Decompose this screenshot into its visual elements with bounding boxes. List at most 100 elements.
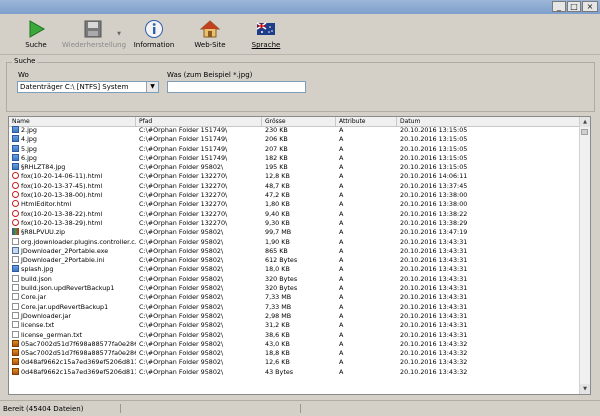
table-row[interactable]: §R8LPVUU.zip C:\#Orphan Folder 95802\ 99,7… <box>9 228 582 237</box>
restore-button[interactable]: ▼ Wiederherstellung <box>62 19 126 49</box>
file-name-cell: JDownloader_2Portable.ini <box>12 256 136 265</box>
scroll-down-icon[interactable]: ▼ <box>580 384 590 394</box>
language-button[interactable]: Sprache <box>236 19 296 49</box>
chevron-down-icon[interactable]: ▼ <box>146 82 158 92</box>
file-bak-icon <box>12 339 19 347</box>
table-row[interactable]: Core.jar C:\#Orphan Folder 95802\ 7,33 MB A… <box>9 293 582 302</box>
file-doc-icon <box>12 330 19 338</box>
table-row[interactable]: JDownloader_2Portable.ini C:\#Orphan Fold… <box>9 256 582 265</box>
table-row[interactable]: license.txt C:\#Orphan Folder 95802\ 31,2 … <box>9 321 582 330</box>
file-image-icon <box>12 163 19 171</box>
table-row[interactable]: JDownloader_2Portable.exe C:\#Orphan Fold… <box>9 246 582 256</box>
table-row[interactable]: 05ac7002d51d7f698a88577fa0e286... C:\#Orp… <box>9 349 582 358</box>
drive-select[interactable]: Datenträger C:\ [NTFS] System ▼ <box>17 81 159 93</box>
file-image-icon <box>12 135 19 143</box>
table-row[interactable]: fox(10-20-13-38-29).html C:\#Orphan Folde… <box>9 218 582 228</box>
table-row[interactable]: 4.jpg C:\#Orphan Folder 151749\ 206 KB A 20.… <box>9 135 582 144</box>
column-header-name[interactable]: Name <box>9 117 136 126</box>
file-attribute-cell: A <box>339 172 344 181</box>
close-button[interactable]: × <box>582 1 598 12</box>
file-date-cell: 20.10.2016 13:37:45 <box>400 181 468 190</box>
file-attribute-cell: A <box>339 339 344 348</box>
scroll-up-icon[interactable]: ▲ <box>580 117 590 127</box>
file-java-icon <box>12 311 19 319</box>
file-name-text: fox(10-20-13-38-29).html <box>21 218 103 227</box>
file-date-cell: 20.10.2016 13:43:31 <box>400 265 468 274</box>
file-attribute-cell: A <box>339 181 344 190</box>
file-name-text: JDownloader_2Portable.exe <box>21 246 109 255</box>
table-row[interactable]: §RHLZT84.jpg C:\#Orphan Folder 95802\ 195 … <box>9 163 582 172</box>
file-attribute-cell: A <box>339 349 344 358</box>
file-date-cell: 20.10.2016 13:43:31 <box>400 321 468 330</box>
table-row[interactable]: fox(10-20-13-38-22).html C:\#Orphan Folde… <box>9 209 582 219</box>
file-attribute-cell: A <box>339 163 344 172</box>
table-row[interactable]: fox(10-20-13-38-00).html C:\#Orphan Folde… <box>9 191 582 200</box>
file-path-cell: C:\#Orphan Folder 95802\ <box>139 228 224 237</box>
status-separator <box>120 404 121 413</box>
search-pattern-input[interactable] <box>167 81 306 93</box>
file-name-cell: Core.jar.updRevertBackup1 <box>12 302 136 312</box>
table-row[interactable]: fox(10-20-14-06-11).html C:\#Orphan Folde… <box>9 172 582 181</box>
file-html-icon <box>12 218 19 226</box>
file-name-text: 05ac7002d51d7f698a88577fa0e286... <box>21 349 136 358</box>
table-row[interactable]: 5.jpg C:\#Orphan Folder 151749\ 207 KB A 20.… <box>9 144 582 154</box>
file-name-text: Core.jar <box>21 293 47 302</box>
column-header-path[interactable]: Pfad <box>136 117 262 126</box>
search-button[interactable]: Suche <box>6 19 66 49</box>
table-row[interactable]: 05ac7002d51d7f698a88577fa0e286... C:\#Orp… <box>9 339 582 349</box>
file-attribute-cell: A <box>339 144 344 153</box>
table-row[interactable]: 0d48af9662c15a7ed369ef5206d811... C:\#Orp… <box>9 367 582 377</box>
info-button[interactable]: Information <box>124 19 184 49</box>
file-name-text: 2.jpg <box>21 126 37 134</box>
file-name-cell: fox(10-20-13-38-29).html <box>12 218 136 228</box>
file-size-cell: 207 KB <box>265 144 288 153</box>
file-date-cell: 20.10.2016 13:15:05 <box>400 163 468 172</box>
file-image-icon <box>12 265 19 273</box>
table-row[interactable]: HtmlEditor.html C:\#Orphan Folder 132270\… <box>9 200 582 209</box>
column-header-date[interactable]: Datum <box>397 117 582 126</box>
file-path-cell: C:\#Orphan Folder 95802\ <box>139 284 224 293</box>
file-path-cell: C:\#Orphan Folder 132270\ <box>139 218 228 227</box>
file-name-text: JDownloader.jar <box>21 311 71 320</box>
table-row[interactable]: Core.jar.updRevertBackup1 C:\#Orphan Fold… <box>9 302 582 312</box>
file-date-cell: 20.10.2016 13:15:05 <box>400 153 468 162</box>
table-row[interactable]: splash.jpg C:\#Orphan Folder 95802\ 18,0 K… <box>9 265 582 274</box>
file-size-cell: 195 KB <box>265 163 288 172</box>
file-path-cell: C:\#Orphan Folder 151749\ <box>139 144 228 153</box>
table-row[interactable]: JDownloader.jar C:\#Orphan Folder 95802\ 2… <box>9 311 582 321</box>
table-row[interactable]: org.jdownloader.plugins.controller.c... C… <box>9 237 582 247</box>
table-row[interactable]: build.json C:\#Orphan Folder 95802\ 320 By… <box>9 274 582 284</box>
file-attribute-cell: A <box>339 191 344 200</box>
column-header-attribute[interactable]: Attribute <box>336 117 397 126</box>
file-size-cell: 206 KB <box>265 135 288 144</box>
scroll-thumb[interactable] <box>581 129 588 135</box>
column-header-size[interactable]: Grösse <box>262 117 336 126</box>
file-html-icon <box>12 200 19 208</box>
file-name-cell: 0d48af9662c15a7ed369ef5206d811... <box>12 358 136 367</box>
table-row[interactable]: license_german.txt C:\#Orphan Folder 9580… <box>9 330 582 340</box>
website-button[interactable]: Web-Site <box>180 19 240 49</box>
table-row[interactable]: build.json.updRevertBackup1 C:\#Orphan Fo… <box>9 284 582 293</box>
file-path-cell: C:\#Orphan Folder 95802\ <box>139 321 224 330</box>
maximize-button[interactable]: □ <box>567 1 581 12</box>
file-html-icon <box>12 181 19 189</box>
file-name-cell: fox(10-20-14-06-11).html <box>12 172 136 181</box>
file-html-icon <box>12 172 19 180</box>
file-attribute-cell: A <box>339 293 344 302</box>
file-name-text: org.jdownloader.plugins.controller.c... <box>21 237 136 246</box>
table-row[interactable]: 0d48af9662c15a7ed369ef5206d811... C:\#Orp… <box>9 358 582 367</box>
table-row[interactable]: 6.jpg C:\#Orphan Folder 151749\ 182 KB A 20.… <box>9 153 582 163</box>
file-name-cell: 0d48af9662c15a7ed369ef5206d811... <box>12 367 136 377</box>
status-separator <box>300 404 301 413</box>
file-name-text: §R8LPVUU.zip <box>21 228 66 237</box>
table-row[interactable]: fox(10-20-13-37-45).html C:\#Orphan Folde… <box>9 181 582 191</box>
table-row[interactable]: 2.jpg C:\#Orphan Folder 151749\ 230 KB A 20.… <box>9 126 582 135</box>
vertical-scrollbar[interactable]: ▲ ▼ <box>579 117 590 394</box>
file-path-cell: C:\#Orphan Folder 95802\ <box>139 237 224 246</box>
file-image-icon <box>12 126 19 133</box>
file-size-cell: 9,40 KB <box>265 209 290 218</box>
chevron-down-icon[interactable]: ▼ <box>117 31 121 37</box>
minimize-button[interactable]: _ <box>552 1 566 12</box>
file-attribute-cell: A <box>339 358 344 367</box>
file-path-cell: C:\#Orphan Folder 95802\ <box>139 302 224 311</box>
